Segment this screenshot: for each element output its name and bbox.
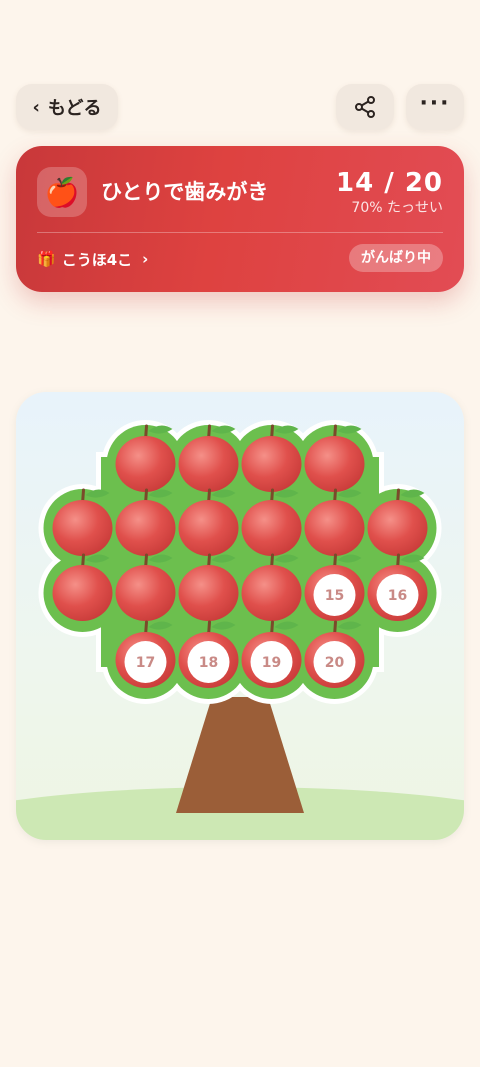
chevron-right-icon: › xyxy=(142,250,149,268)
apple-number: 15 xyxy=(325,588,344,604)
gift-icon: 🎁 xyxy=(37,250,56,268)
card-divider xyxy=(37,232,443,233)
apple-icon: 🍎 xyxy=(37,167,87,217)
goal-title: ひとりで歯みがき xyxy=(101,180,269,204)
progress-percent: 70% たっせい xyxy=(351,200,443,216)
apple-tree: 15 16 17 18 19 20 xyxy=(16,420,464,840)
status-badge: がんばり中 xyxy=(349,244,443,272)
reward-label: こうほ4こ xyxy=(61,250,133,269)
top-bar: ‹ もどる ··· xyxy=(16,84,464,130)
apple-tree-panel: 15 16 17 18 19 20 xyxy=(16,392,464,840)
apple-number: 19 xyxy=(262,655,281,671)
progress-count: 14 / 20 xyxy=(336,168,443,198)
apple-number: 17 xyxy=(136,655,155,671)
tree-foliage xyxy=(43,425,437,699)
goal-emoji: 🍎 xyxy=(44,175,80,209)
apple-number: 18 xyxy=(199,655,218,671)
chevron-left-icon: ‹ xyxy=(32,96,40,118)
more-dots-icon: ··· xyxy=(419,91,451,116)
share-button[interactable] xyxy=(336,84,394,130)
share-icon xyxy=(355,96,375,118)
apple-number: 20 xyxy=(325,655,345,671)
back-button[interactable]: ‹ もどる xyxy=(16,84,118,130)
back-button-label: もどる xyxy=(47,98,102,119)
apple-number: 16 xyxy=(388,588,407,604)
tree-trunk xyxy=(176,697,304,813)
goal-card[interactable]: 🍎 ひとりで歯みがき 14 / 20 70% たっせい 🎁 こうほ4こ › がん… xyxy=(16,146,464,292)
more-button[interactable]: ··· xyxy=(406,84,464,130)
reward-candidates-link[interactable]: 🎁 こうほ4こ › xyxy=(37,248,148,270)
